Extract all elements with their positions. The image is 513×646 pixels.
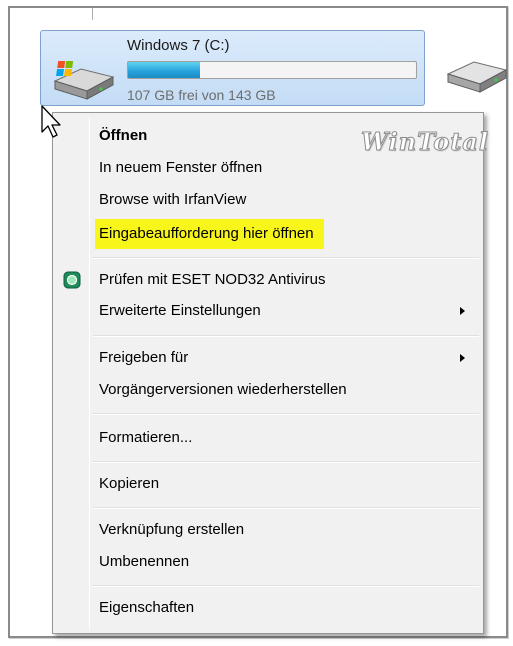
menu-separator (93, 461, 479, 463)
menu-item-browse-irfanview[interactable]: Browse with IrfanView (93, 185, 246, 215)
column-divider (92, 8, 93, 20)
drive-free-space: 107 GB frei von 143 GB (127, 87, 276, 103)
menu-item-format[interactable]: Formatieren... (93, 423, 192, 453)
drive-name: Windows 7 (C:) (127, 37, 230, 54)
eset-icon (63, 271, 81, 289)
watermark-logo: WinTotal (361, 127, 489, 157)
hard-drive-icon[interactable] (444, 52, 508, 100)
drive-tile-c[interactable]: Windows 7 (C:) 107 GB frei von 143 GB (40, 30, 425, 106)
menu-item-properties[interactable]: Eigenschaften (93, 593, 194, 623)
drive-usage-bar-fill (128, 62, 200, 78)
drive-usage-bar (127, 61, 417, 79)
menu-item-advanced-settings[interactable]: Erweiterte Einstellungen (93, 296, 477, 326)
menu-item-label: Erweiterte Einstellungen (99, 302, 261, 319)
menu-item-eset-scan[interactable]: Prüfen mit ESET NOD32 Antivirus (93, 265, 325, 295)
menu-separator (93, 413, 479, 415)
hard-drive-windows-icon (53, 61, 115, 100)
menu-separator (93, 507, 479, 509)
explorer-window: Windows 7 (C:) 107 GB frei von 143 GB Wi… (8, 6, 508, 638)
menu-item-share-with[interactable]: Freigeben für (93, 343, 477, 373)
menu-item-restore-previous-versions[interactable]: Vorgängerversionen wiederherstellen (93, 375, 347, 405)
menu-separator (93, 257, 479, 259)
menu-item-label: Freigeben für (99, 349, 189, 366)
menu-item-open-command-prompt[interactable]: Eingabeaufforderung hier öffnen (95, 219, 324, 249)
context-menu: WinTotal Öffnen In neuem Fenster öffnen … (52, 112, 488, 634)
menu-item-open[interactable]: Öffnen (93, 121, 147, 151)
menu-separator (93, 335, 479, 337)
menu-item-copy[interactable]: Kopieren (93, 469, 159, 499)
menu-gutter-divider (89, 117, 90, 629)
menu-separator (93, 585, 479, 587)
menu-item-open-new-window[interactable]: In neuem Fenster öffnen (93, 153, 262, 183)
submenu-arrow-icon (460, 354, 465, 362)
mouse-pointer-icon (41, 105, 61, 138)
submenu-arrow-icon (460, 307, 465, 315)
menu-item-rename[interactable]: Umbenennen (93, 547, 189, 577)
menu-item-create-shortcut[interactable]: Verknüpfung erstellen (93, 515, 244, 545)
